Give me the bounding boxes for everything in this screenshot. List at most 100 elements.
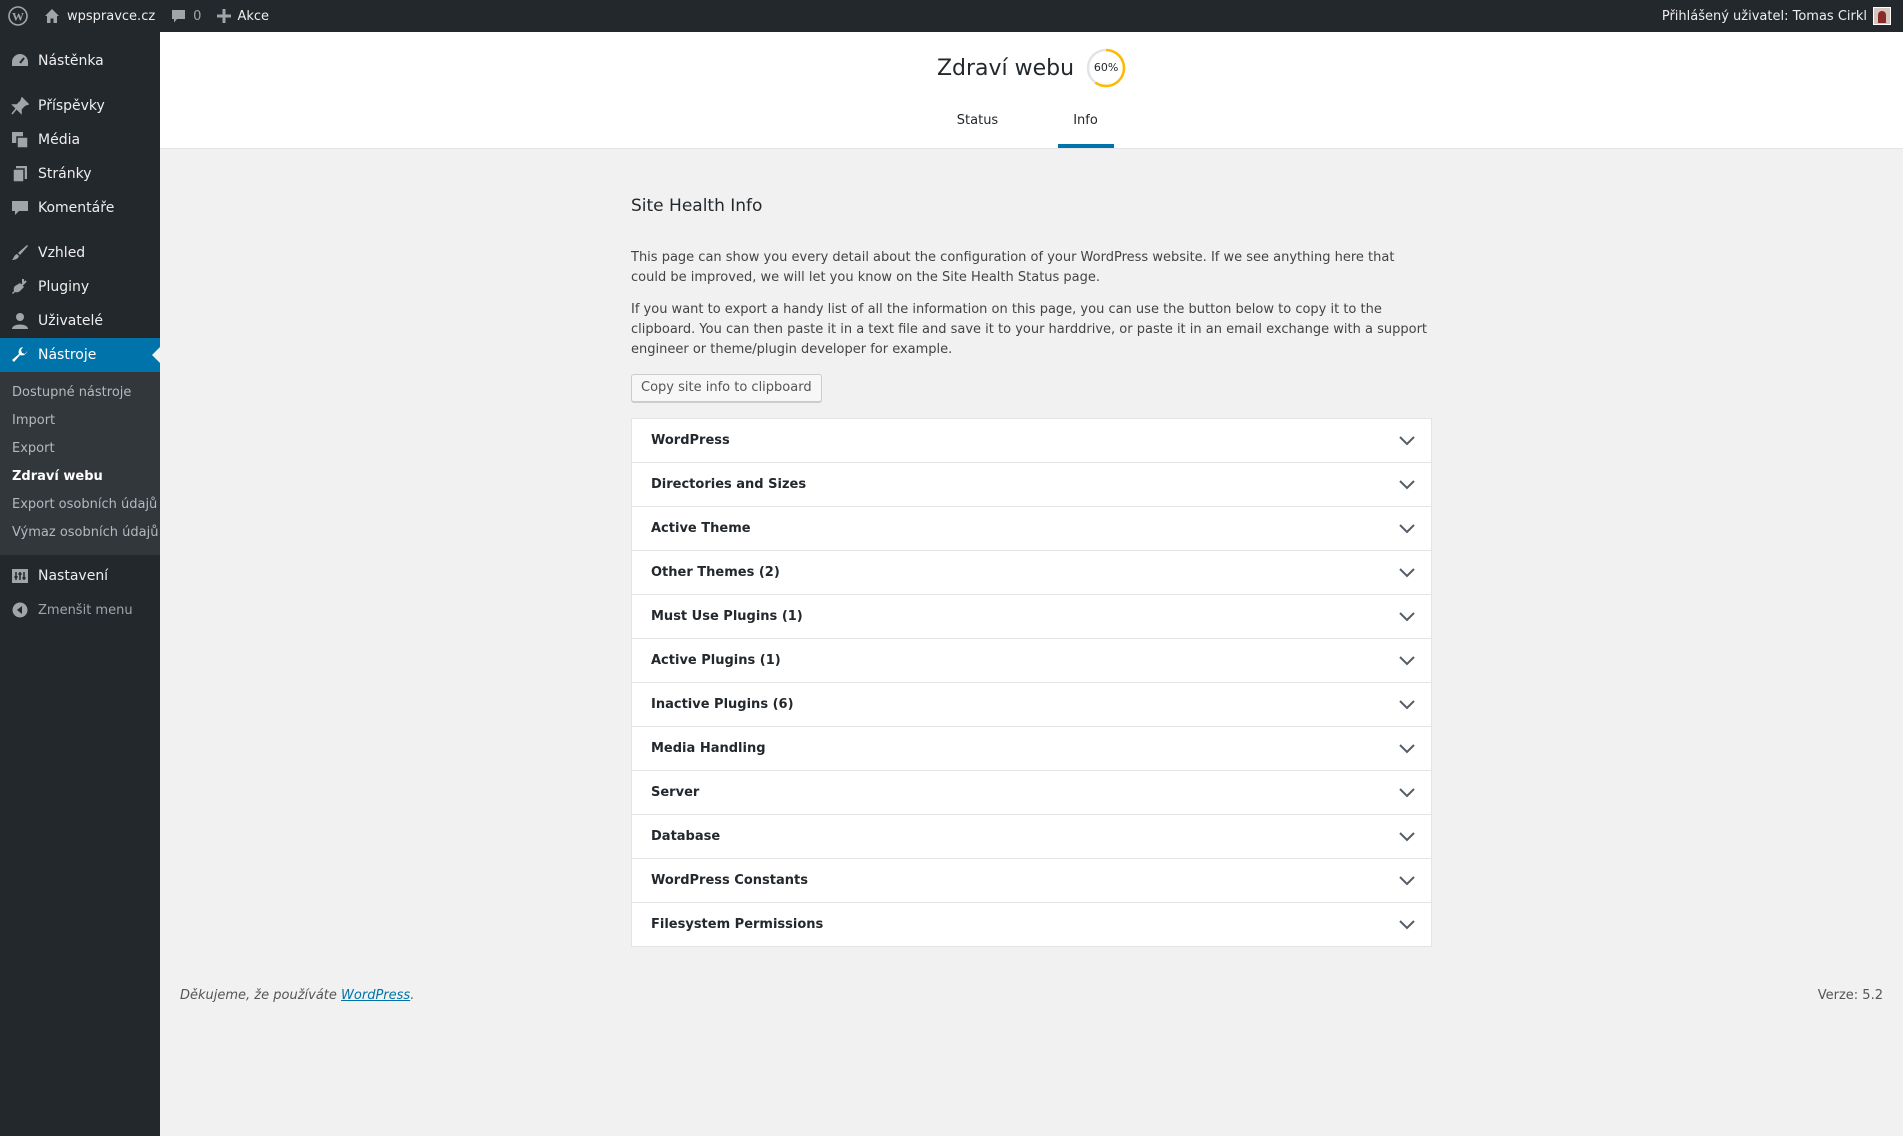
chevron-down-icon xyxy=(1399,611,1415,622)
wordpress-link[interactable]: WordPress xyxy=(341,988,410,1003)
accordion-label: Server xyxy=(651,785,700,800)
menu-item-comments[interactable]: Komentáře xyxy=(0,191,160,225)
submenu-item-site-health[interactable]: Zdraví webu xyxy=(0,463,160,491)
site-name: wpspravce.cz xyxy=(67,8,156,24)
accordion-item-other-themes[interactable]: Other Themes (2) xyxy=(632,551,1431,595)
chevron-down-icon xyxy=(1399,787,1415,798)
accordion-item-wp-constants[interactable]: WordPress Constants xyxy=(632,859,1431,903)
copy-site-info-button[interactable]: Copy site info to clipboard xyxy=(631,374,822,402)
avatar xyxy=(1873,7,1891,25)
accordion-item-active-theme[interactable]: Active Theme xyxy=(632,507,1431,551)
menu-item-tools[interactable]: Nástroje xyxy=(0,338,160,372)
accordion-label: Directories and Sizes xyxy=(651,477,807,492)
menu-item-dashboard[interactable]: Nástěnka xyxy=(0,44,160,78)
admin-bar: W wpspravce.cz 0 Akce Přihlášený uživate… xyxy=(0,0,1903,32)
menu-item-media[interactable]: Média xyxy=(0,123,160,157)
chevron-down-icon xyxy=(1399,831,1415,842)
wrench-icon xyxy=(10,345,30,365)
menu-label: Nástěnka xyxy=(38,53,104,69)
accordion-label: Active Theme xyxy=(651,521,751,536)
accordion-label: Other Themes (2) xyxy=(651,565,780,580)
accordion-item-wordpress[interactable]: WordPress xyxy=(632,419,1431,463)
collapse-menu-button[interactable]: Zmenšit menu xyxy=(0,593,160,627)
accordion-item-media-handling[interactable]: Media Handling xyxy=(632,727,1431,771)
chevron-down-icon xyxy=(1399,699,1415,710)
comment-bubble-icon xyxy=(171,9,186,24)
menu-label: Vzhled xyxy=(38,245,86,261)
submenu-item-export-personal-data[interactable]: Export osobních údajů xyxy=(0,491,160,519)
submenu-item-import[interactable]: Import xyxy=(0,407,160,435)
chevron-down-icon xyxy=(1399,567,1415,578)
site-health-tabs: Status Info xyxy=(160,113,1903,148)
footer-thanks-prefix: Děkujeme, že používáte xyxy=(180,988,342,1003)
menu-item-plugins[interactable]: Pluginy xyxy=(0,270,160,304)
chevron-down-icon xyxy=(1399,919,1415,930)
accordion-item-mu-plugins[interactable]: Must Use Plugins (1) xyxy=(632,595,1431,639)
plus-icon xyxy=(217,9,232,23)
accordion-label: WordPress Constants xyxy=(651,873,808,888)
intro-paragraph-1: This page can show you every detail abou… xyxy=(631,250,1395,285)
user-icon xyxy=(10,311,30,331)
home-icon xyxy=(44,8,60,24)
intro-paragraph-2: If you want to export a handy list of al… xyxy=(631,302,1428,357)
accordion-label: Filesystem Permissions xyxy=(651,917,824,932)
menu-label: Komentáře xyxy=(38,200,115,216)
accordion-item-database[interactable]: Database xyxy=(632,815,1431,859)
footer-version: Verze: 5.2 xyxy=(1817,988,1883,1003)
menu-label: Stránky xyxy=(38,166,92,182)
page-title: Zdraví webu xyxy=(936,55,1075,81)
site-name-link[interactable]: wpspravce.cz xyxy=(36,0,163,32)
chevron-down-icon xyxy=(1399,743,1415,754)
health-score-label: 60% xyxy=(1093,61,1119,74)
menu-label: Nástroje xyxy=(38,347,97,363)
health-info-accordion: WordPress Directories and Sizes Active T… xyxy=(631,418,1432,947)
menu-label: Pluginy xyxy=(38,279,90,295)
chevron-down-icon xyxy=(1399,655,1415,666)
section-title: Site Health Info xyxy=(631,196,763,216)
my-account-link[interactable]: Přihlášený uživatel: Tomas Cirkl xyxy=(1662,0,1903,32)
accordion-item-server[interactable]: Server xyxy=(632,771,1431,815)
submenu-item-export[interactable]: Export xyxy=(0,435,160,463)
tools-submenu: Dostupné nástroje Import Export Zdraví w… xyxy=(0,372,160,555)
menu-item-appearance[interactable]: Vzhled xyxy=(0,236,160,270)
menu-label: Nastavení xyxy=(38,568,109,584)
pin-icon xyxy=(10,96,30,116)
submenu-item-available-tools[interactable]: Dostupné nástroje xyxy=(0,379,160,407)
brush-icon xyxy=(10,243,30,263)
settings-icon xyxy=(10,566,30,586)
accordion-label: Inactive Plugins (6) xyxy=(651,697,794,712)
accordion-item-inactive-plugins[interactable]: Inactive Plugins (6) xyxy=(632,683,1431,727)
accordion-item-active-plugins[interactable]: Active Plugins (1) xyxy=(632,639,1431,683)
svg-text:W: W xyxy=(12,10,24,24)
submenu-item-erase-personal-data[interactable]: Výmaz osobních údajů xyxy=(0,519,160,547)
menu-item-posts[interactable]: Příspěvky xyxy=(0,89,160,123)
accordion-label: Media Handling xyxy=(651,741,766,756)
footer-thanks: Děkujeme, že používáte WordPress. xyxy=(180,988,414,1003)
accordion-item-directories[interactable]: Directories and Sizes xyxy=(632,463,1431,507)
menu-label: Příspěvky xyxy=(38,98,105,114)
chevron-down-icon xyxy=(1399,435,1415,446)
accordion-item-filesystem-permissions[interactable]: Filesystem Permissions xyxy=(632,903,1431,946)
footer-thanks-suffix: . xyxy=(410,988,415,1003)
media-icon xyxy=(10,130,30,150)
user-greeting: Přihlášený uživatel: Tomas Cirkl xyxy=(1661,8,1867,24)
tab-info[interactable]: Info xyxy=(1057,113,1114,148)
menu-item-pages[interactable]: Stránky xyxy=(0,157,160,191)
pages-icon xyxy=(10,164,30,184)
tab-status[interactable]: Status xyxy=(950,113,1006,148)
chevron-down-icon xyxy=(1399,523,1415,534)
wordpress-logo-icon[interactable]: W xyxy=(0,0,36,32)
health-score-progress: 60% xyxy=(1086,48,1126,88)
site-health-info-body: Site Health Info This page can show you … xyxy=(631,148,1432,947)
dashboard-icon xyxy=(10,51,30,71)
comments-link[interactable]: 0 xyxy=(163,0,209,32)
accordion-label: Database xyxy=(651,829,721,844)
comments-count: 0 xyxy=(193,8,202,24)
accordion-label: Active Plugins (1) xyxy=(651,653,781,668)
new-content-link[interactable]: Akce xyxy=(209,0,277,32)
comment-icon xyxy=(10,198,30,218)
menu-item-settings[interactable]: Nastavení xyxy=(0,559,160,593)
menu-item-users[interactable]: Uživatelé xyxy=(0,304,160,338)
menu-label: Uživatelé xyxy=(38,313,103,329)
new-label: Akce xyxy=(237,8,270,24)
